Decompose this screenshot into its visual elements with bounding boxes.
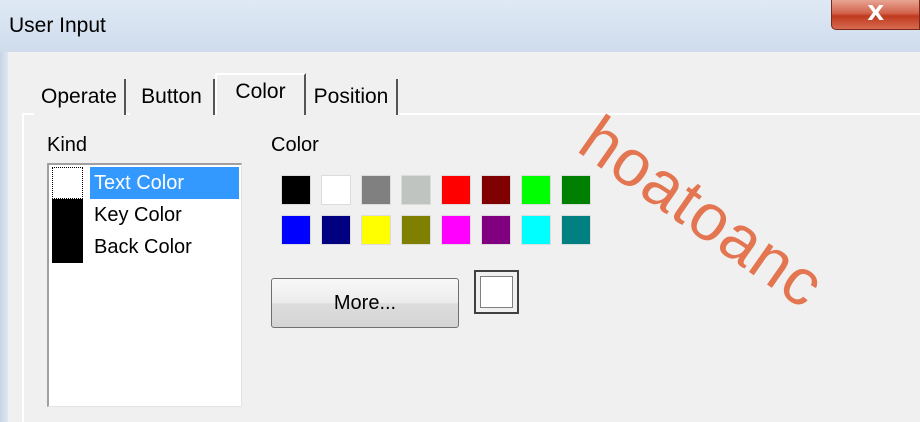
tab-color[interactable]: Color	[215, 73, 306, 115]
color-swatch[interactable]	[321, 215, 351, 245]
color-swatch[interactable]	[481, 175, 511, 205]
title-bar[interactable]: User Input X	[0, 0, 920, 52]
color-swatch[interactable]	[401, 215, 431, 245]
kind-item-label: Key Color	[94, 204, 182, 226]
color-swatch[interactable]	[281, 175, 311, 205]
kind-list-item[interactable]: Key Color	[52, 199, 239, 231]
color-swatch[interactable]	[281, 215, 311, 245]
kind-item-label: Text Color	[90, 167, 239, 199]
kind-listbox[interactable]: Text Color Key Color Back Color	[47, 163, 242, 407]
tab-button[interactable]: Button	[130, 79, 215, 115]
kind-label: Kind	[47, 134, 88, 156]
window-frame	[0, 52, 8, 422]
more-colors-button[interactable]: More...	[271, 278, 459, 328]
color-swatch[interactable]	[521, 215, 551, 245]
color-swatch[interactable]	[561, 215, 591, 245]
color-swatch[interactable]	[401, 175, 431, 205]
color-label: Color	[271, 134, 319, 156]
close-icon: X	[867, 1, 884, 25]
close-button[interactable]: X	[831, 0, 920, 30]
kind-swatch	[52, 231, 83, 263]
kind-list-item[interactable]: Text Color	[52, 167, 239, 199]
kind-swatch	[52, 199, 83, 231]
user-input-dialog: User Input X Operate Button Color Positi…	[0, 0, 920, 422]
tab-position[interactable]: Position	[306, 79, 398, 115]
color-swatch[interactable]	[481, 215, 511, 245]
kind-swatch	[52, 167, 83, 199]
color-swatch[interactable]	[561, 175, 591, 205]
color-swatch[interactable]	[441, 215, 471, 245]
color-swatch[interactable]	[441, 175, 471, 205]
window-title: User Input	[9, 14, 106, 37]
tab-operate[interactable]: Operate	[34, 79, 126, 115]
color-swatch[interactable]	[321, 175, 351, 205]
color-preview-fill	[480, 276, 513, 308]
color-preview-swatch	[474, 270, 519, 314]
kind-list-item[interactable]: Back Color	[52, 231, 239, 263]
color-swatch[interactable]	[361, 215, 391, 245]
kind-item-label: Back Color	[94, 236, 192, 258]
color-swatch[interactable]	[361, 175, 391, 205]
color-swatch[interactable]	[521, 175, 551, 205]
